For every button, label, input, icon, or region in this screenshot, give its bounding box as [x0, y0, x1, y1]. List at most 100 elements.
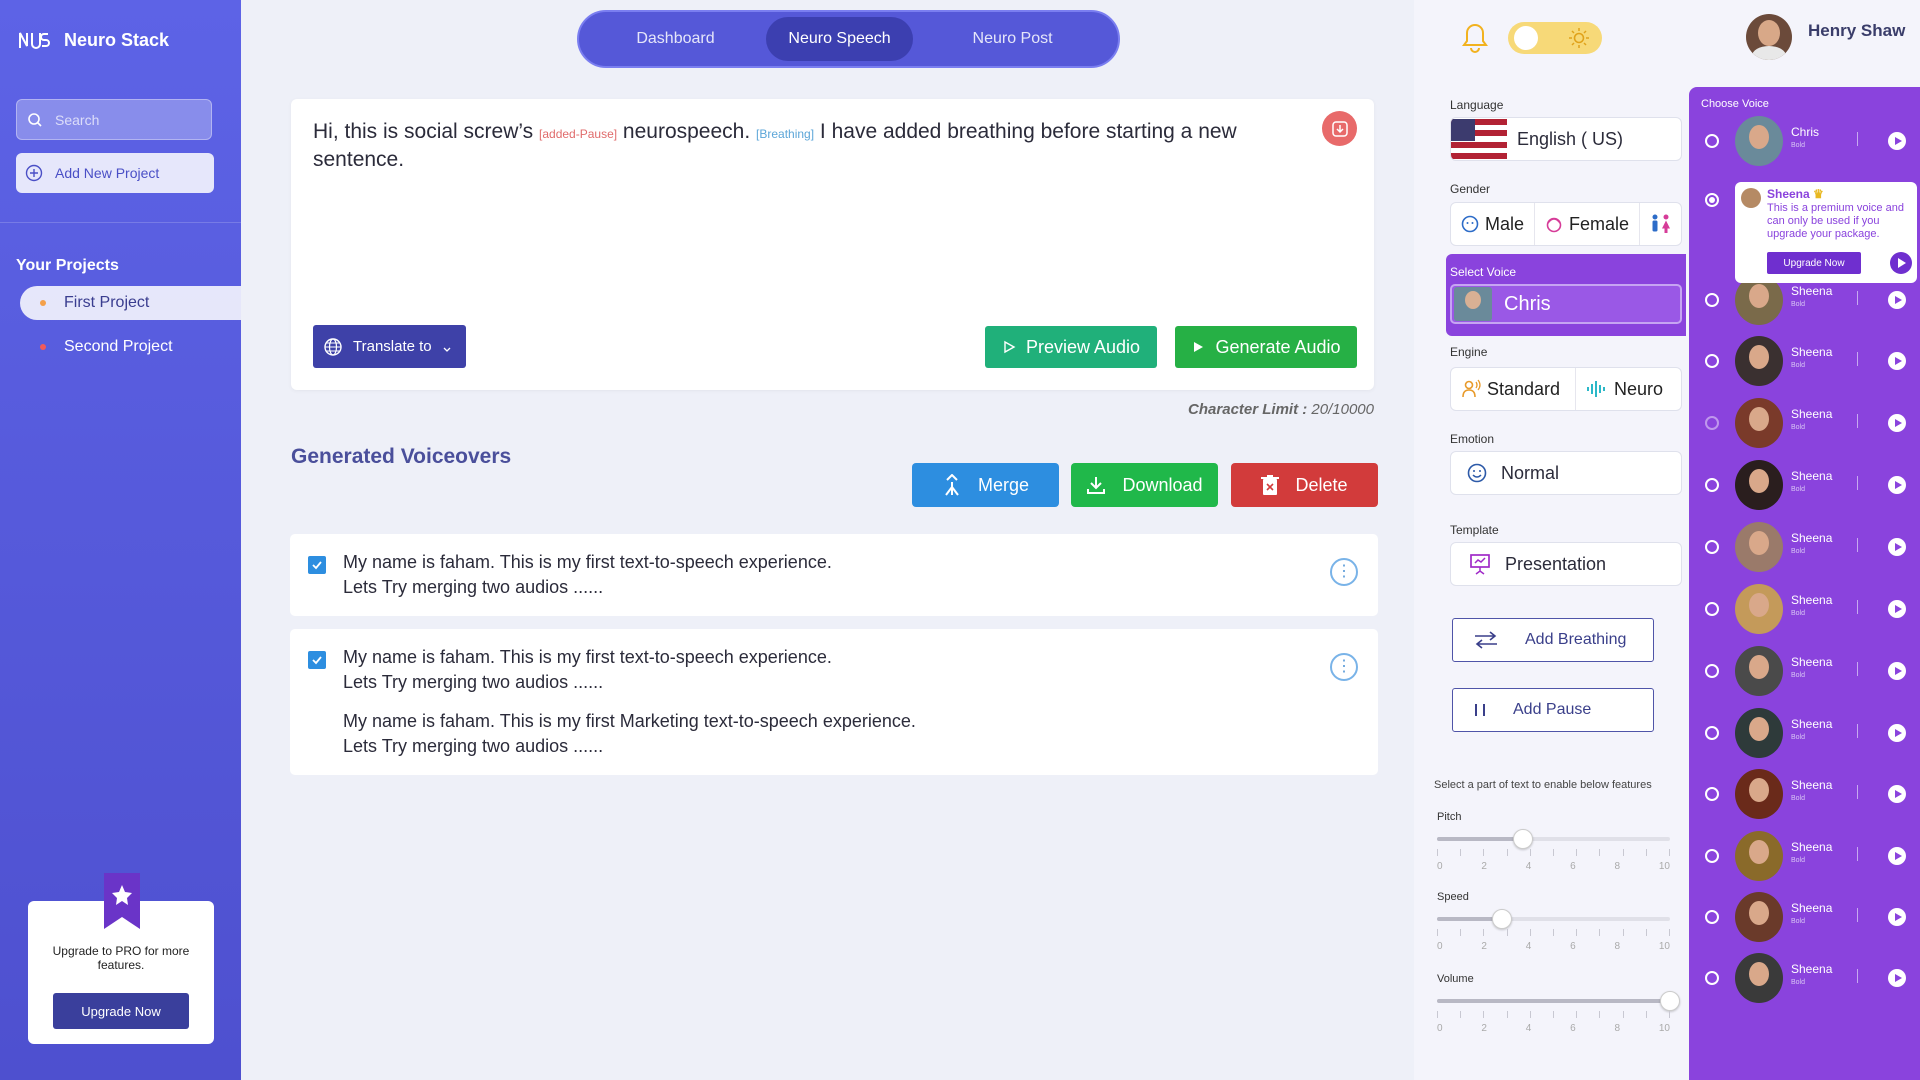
user-name: Henry Shaw: [1808, 21, 1906, 40]
voice-option[interactable]: Sheena Bold: [1689, 456, 1920, 514]
pitch-slider[interactable]: Pitch 0 2 4 6 8 10: [1437, 811, 1670, 872]
voice-radio[interactable]: [1705, 540, 1719, 554]
voice-radio[interactable]: [1705, 787, 1719, 801]
add-breathing-button[interactable]: Add Breathing: [1452, 618, 1654, 662]
theme-toggle[interactable]: [1508, 22, 1602, 54]
text-editor[interactable]: Hi, this is social screw’s [added-Pause]…: [291, 99, 1374, 390]
tab-neuro-speech[interactable]: Neuro Speech: [765, 17, 914, 61]
download-button[interactable]: Download: [1071, 463, 1218, 507]
slider-track[interactable]: [1437, 829, 1670, 849]
voice-radio[interactable]: [1705, 354, 1719, 368]
voice-option[interactable]: Sheena Bold: [1689, 827, 1920, 885]
engine-neuro-option[interactable]: Neuro: [1576, 368, 1673, 410]
generate-audio-button[interactable]: Generate Audio: [1175, 326, 1357, 368]
search-input[interactable]: Search: [16, 99, 212, 140]
add-pause-button[interactable]: Add Pause: [1452, 688, 1654, 732]
slider-track[interactable]: [1437, 991, 1680, 1011]
bell-icon[interactable]: [1460, 22, 1490, 54]
import-button[interactable]: [1322, 111, 1357, 146]
play-voice-button[interactable]: [1888, 476, 1906, 494]
divider: [1857, 132, 1858, 146]
voice-radio[interactable]: [1705, 416, 1719, 430]
voice-radio[interactable]: [1705, 726, 1719, 740]
add-project-button[interactable]: Add New Project: [16, 153, 214, 193]
voiceover-text: My name is faham. This is my first text-…: [343, 647, 832, 667]
voiceover-item[interactable]: My name is faham. This is my first text-…: [290, 629, 1378, 775]
slider-track[interactable]: [1437, 909, 1670, 929]
voice-option[interactable]: Sheena Bold: [1689, 394, 1920, 452]
tick-mark: [1529, 929, 1531, 936]
play-voice-button[interactable]: [1888, 291, 1906, 309]
voice-radio[interactable]: [1705, 478, 1719, 492]
play-voice-button[interactable]: [1888, 908, 1906, 926]
voiceover-checkbox[interactable]: [308, 556, 326, 574]
sidebar-item-first-project[interactable]: First Project: [20, 286, 241, 320]
play-voice-button[interactable]: [1888, 662, 1906, 680]
voice-radio[interactable]: [1705, 849, 1719, 863]
delete-button[interactable]: Delete: [1231, 463, 1378, 507]
slider-thumb[interactable]: [1660, 991, 1680, 1011]
more-options-icon[interactable]: ⋮: [1330, 558, 1358, 586]
voiceover-item[interactable]: My name is faham. This is my first text-…: [290, 534, 1378, 616]
breathing-tag[interactable]: [Breathing]: [756, 127, 814, 141]
voice-option[interactable]: Chris Bold: [1689, 112, 1920, 170]
voice-radio[interactable]: [1705, 293, 1719, 307]
engine-standard-option[interactable]: Standard: [1451, 368, 1576, 410]
speed-label: Speed: [1437, 891, 1469, 903]
play-voice-button[interactable]: [1888, 538, 1906, 556]
voice-option[interactable]: Sheena Bold: [1689, 332, 1920, 390]
premium-upgrade-button[interactable]: Upgrade Now: [1767, 252, 1861, 274]
divider: [1857, 600, 1858, 614]
gender-all-option[interactable]: [1640, 203, 1681, 245]
feature-hint: Select a part of text to enable below fe…: [1434, 779, 1652, 791]
user-profile[interactable]: Henry Shaw: [1746, 14, 1905, 60]
premium-play-button[interactable]: [1890, 252, 1912, 274]
voice-radio[interactable]: [1705, 134, 1719, 148]
volume-slider[interactable]: Volume 0 2 4 6 8 10: [1437, 973, 1680, 1034]
play-voice-button[interactable]: [1888, 785, 1906, 803]
play-voice-button[interactable]: [1888, 847, 1906, 865]
more-options-icon[interactable]: ⋮: [1330, 653, 1358, 681]
speed-slider[interactable]: Speed 0 2 4 6 8 10: [1437, 891, 1670, 952]
tab-dashboard[interactable]: Dashboard: [585, 17, 766, 61]
translate-dropdown[interactable]: Translate to: [313, 325, 466, 368]
voiceover-checkbox[interactable]: [308, 651, 326, 669]
gender-female-option[interactable]: Female: [1535, 203, 1641, 245]
import-icon: [1331, 120, 1348, 137]
voice-radio[interactable]: [1705, 971, 1719, 985]
voice-radio[interactable]: [1705, 664, 1719, 678]
play-voice-button[interactable]: [1888, 724, 1906, 742]
voice-radio[interactable]: [1705, 193, 1719, 207]
tab-neuro-post[interactable]: Neuro Post: [913, 17, 1112, 61]
voice-option[interactable]: Sheena Bold: [1689, 949, 1920, 1007]
template-select[interactable]: Presentation: [1450, 542, 1682, 586]
emotion-label: Emotion: [1450, 432, 1495, 446]
voice-option[interactable]: Sheena Bold: [1689, 888, 1920, 946]
tick-mark: [1552, 849, 1554, 856]
pause-tag[interactable]: [added-Pause]: [539, 127, 617, 141]
preview-audio-button[interactable]: Preview Audio: [985, 326, 1157, 368]
voice-style: Bold: [1791, 424, 1806, 431]
selected-voice-field[interactable]: Chris: [1450, 284, 1682, 324]
brand[interactable]: Neuro Stack: [18, 28, 169, 52]
voice-option[interactable]: Sheena Bold: [1689, 642, 1920, 700]
upgrade-button[interactable]: Upgrade Now: [53, 993, 189, 1029]
sidebar-item-second-project[interactable]: Second Project: [20, 330, 241, 364]
play-voice-button[interactable]: [1888, 600, 1906, 618]
editor-content[interactable]: Hi, this is social screw’s [added-Pause]…: [313, 119, 1293, 173]
language-select[interactable]: English ( US): [1450, 117, 1682, 161]
voice-option[interactable]: Sheena Bold: [1689, 704, 1920, 762]
voice-radio[interactable]: [1705, 910, 1719, 924]
play-voice-button[interactable]: [1888, 132, 1906, 150]
play-voice-button[interactable]: [1888, 414, 1906, 432]
play-voice-button[interactable]: [1888, 352, 1906, 370]
play-voice-button[interactable]: [1888, 969, 1906, 987]
voice-option[interactable]: Sheena Bold: [1689, 580, 1920, 638]
merge-button[interactable]: Merge: [912, 463, 1059, 507]
voice-radio[interactable]: [1705, 602, 1719, 616]
emotion-select[interactable]: Normal: [1450, 451, 1682, 495]
gender-male-option[interactable]: Male: [1451, 203, 1536, 245]
tick-mark: [1668, 849, 1670, 856]
voice-option[interactable]: Sheena Bold: [1689, 518, 1920, 576]
voice-option[interactable]: Sheena Bold: [1689, 765, 1920, 823]
